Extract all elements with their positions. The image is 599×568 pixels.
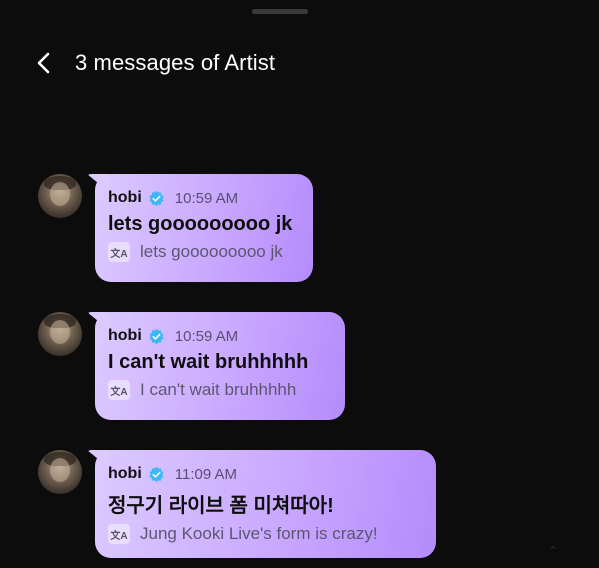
translate-icon: 文A [108, 524, 130, 544]
message-text: I can't wait bruhhhhh [108, 351, 309, 373]
translation-text: lets gooooooooo jk [140, 242, 283, 261]
page-title: 3 messages of Artist [75, 50, 276, 75]
scroll-indicator-icon: ⌃ [548, 544, 559, 558]
translate-icon: 文A [108, 242, 130, 262]
verified-badge-icon [149, 328, 164, 344]
avatar[interactable] [38, 450, 82, 494]
message-text: 정구기 라이브 폼 미쳐따아! [108, 495, 334, 517]
message-meta: hobi 10:59 AM [108, 188, 297, 208]
translation-text: I can't wait bruhhhhh [140, 380, 297, 399]
verified-badge-icon [149, 466, 164, 482]
author-name: hobi [108, 189, 142, 206]
artist-messages-screen: 3 messages of Artist hobi 10:59 AM lets … [0, 0, 599, 568]
translation-row: 文A lets gooooooooo jk [108, 242, 297, 262]
translation-row: 文A I can't wait bruhhhhh [108, 380, 329, 400]
message-meta: hobi 10:59 AM [108, 326, 329, 346]
message-bubble[interactable]: hobi 10:59 AM I can't wait bruhhhhh 文A I… [95, 312, 345, 420]
message-time: 10:59 AM [174, 327, 239, 345]
chevron-left-icon [37, 52, 50, 74]
header: 3 messages of Artist [36, 48, 275, 78]
author-name: hobi [108, 465, 142, 482]
message-item[interactable]: hobi 10:59 AM lets gooooooooo jk 文A lets… [38, 174, 313, 282]
message-meta: hobi 11:09 AM [108, 464, 420, 484]
back-button[interactable] [36, 48, 60, 78]
message-time: 11:09 AM [174, 465, 238, 483]
avatar[interactable] [38, 312, 82, 356]
avatar[interactable] [38, 174, 82, 218]
sheet-grabber[interactable] [252, 9, 308, 14]
message-bubble[interactable]: hobi 10:59 AM lets gooooooooo jk 文A lets… [95, 174, 313, 282]
author-name: hobi [108, 327, 142, 344]
message-item[interactable]: hobi 11:09 AM 정구기 라이브 폼 미쳐따아! 文A Jung Ko… [38, 450, 436, 558]
message-bubble[interactable]: hobi 11:09 AM 정구기 라이브 폼 미쳐따아! 文A Jung Ko… [95, 450, 436, 558]
translation-row: 文A Jung Kooki Live's form is crazy! [108, 524, 420, 544]
translate-icon: 文A [108, 380, 130, 400]
message-text: lets gooooooooo jk [108, 213, 293, 235]
translation-text: Jung Kooki Live's form is crazy! [140, 524, 378, 543]
verified-badge-icon [149, 190, 164, 206]
message-time: 10:59 AM [174, 189, 239, 207]
message-item[interactable]: hobi 10:59 AM I can't wait bruhhhhh 文A I… [38, 312, 345, 420]
